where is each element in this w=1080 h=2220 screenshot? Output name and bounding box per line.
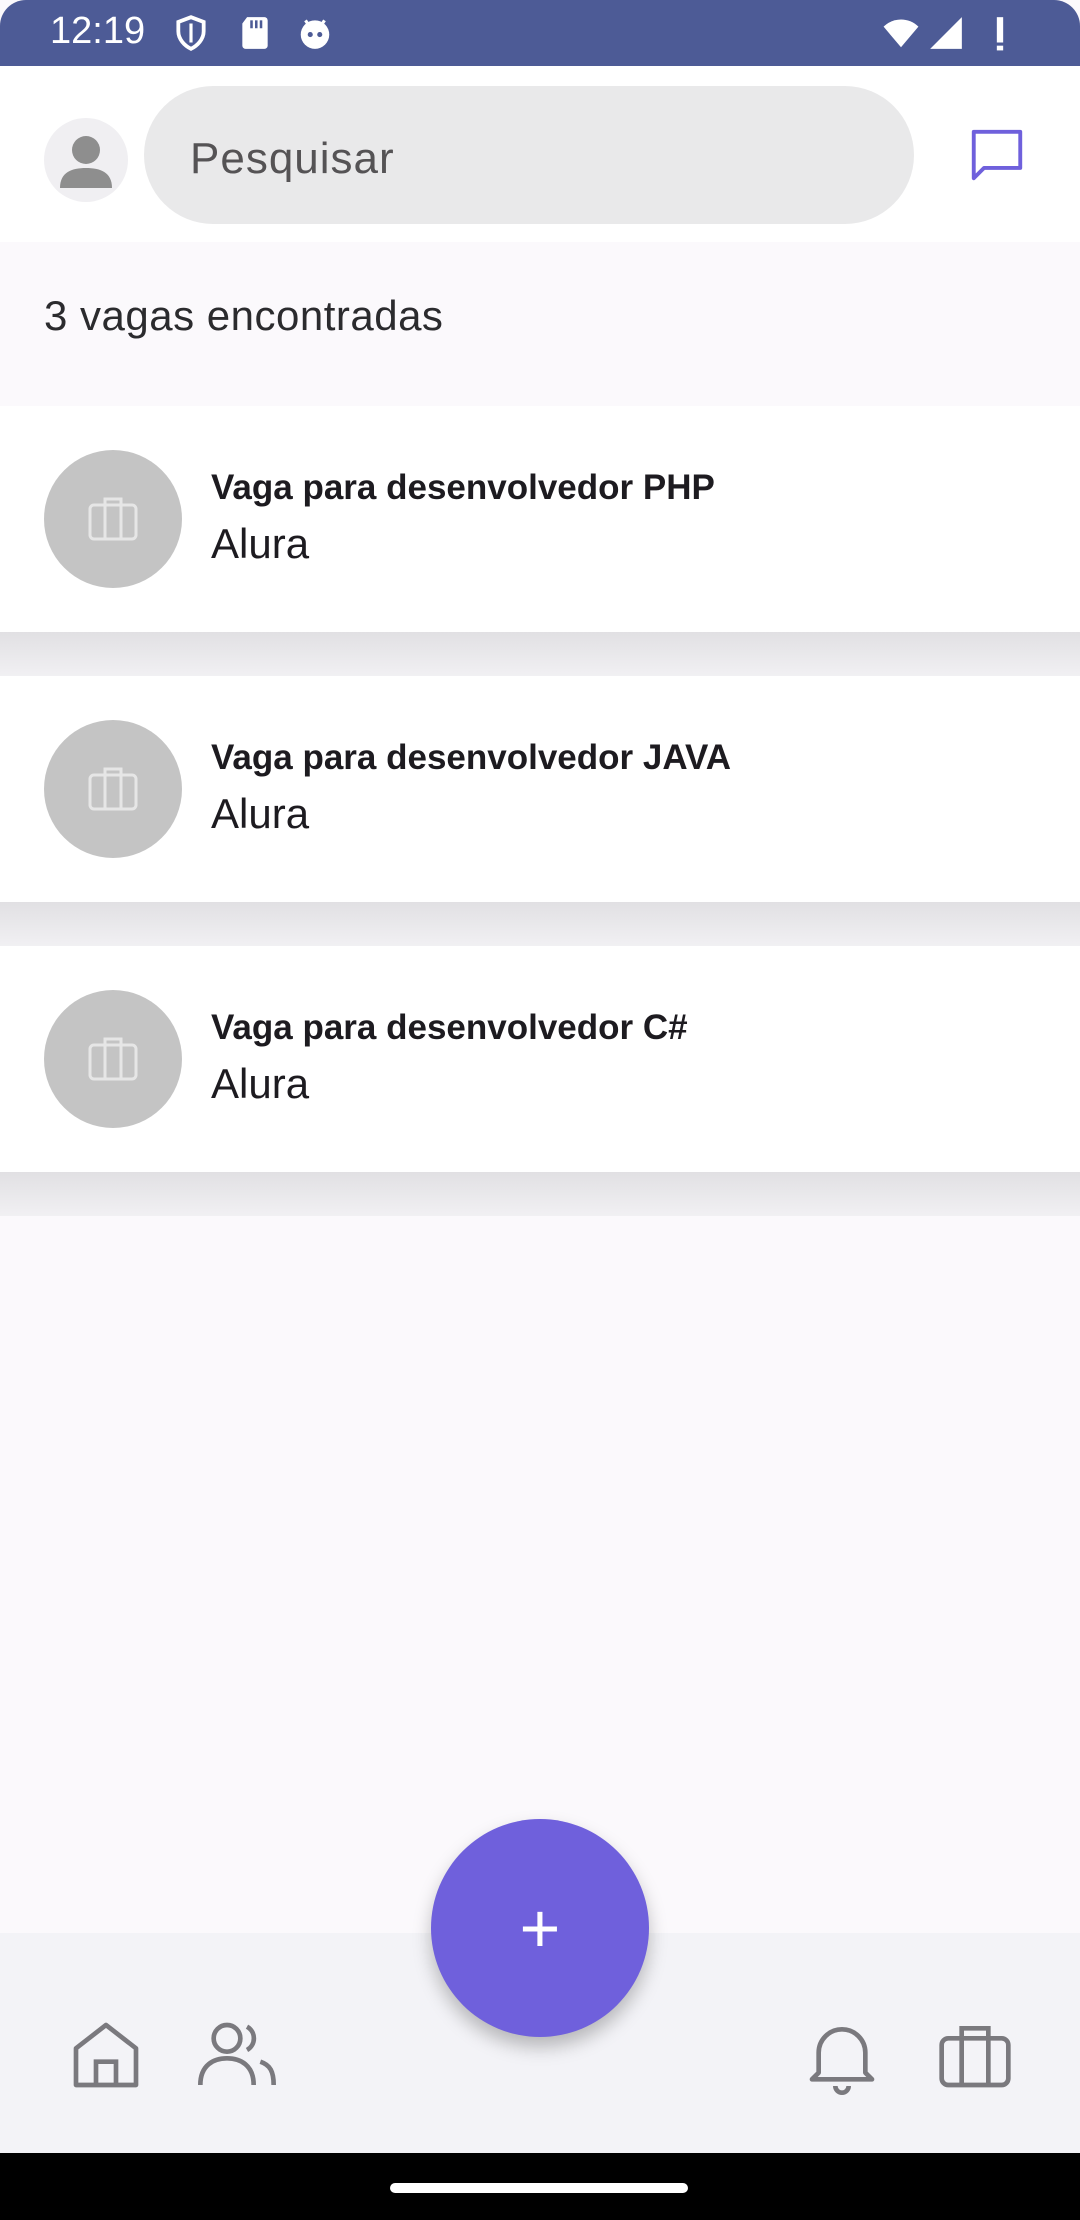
job-title: Vaga para desenvolvedor C# — [211, 1008, 688, 1047]
wifi-icon — [883, 19, 919, 48]
status-bar: 12:19 — [0, 0, 1080, 66]
job-avatar — [44, 720, 182, 858]
job-card[interactable]: Vaga para desenvolvedor C# Alura — [0, 946, 1080, 1172]
job-card[interactable]: Vaga para desenvolvedor PHP Alura — [0, 406, 1080, 632]
sd-card-icon — [242, 17, 268, 49]
card-divider — [0, 632, 1080, 676]
shield-icon — [176, 15, 206, 51]
people-icon[interactable] — [192, 2015, 282, 2095]
bell-icon[interactable] — [802, 2015, 882, 2097]
job-company: Alura — [211, 790, 310, 837]
search-placeholder: Pesquisar — [190, 134, 395, 183]
job-title: Vaga para desenvolvedor JAVA — [211, 738, 732, 777]
job-card[interactable]: Vaga para desenvolvedor JAVA Alura — [0, 676, 1080, 902]
card-divider — [0, 902, 1080, 946]
top-app-bar: Pesquisar — [0, 66, 1080, 242]
briefcase-icon — [88, 767, 138, 811]
android-debug-icon — [300, 19, 330, 49]
job-company: Alura — [211, 1060, 310, 1107]
search-input[interactable]: Pesquisar — [144, 86, 914, 224]
system-navigation-bar — [0, 2153, 1080, 2220]
briefcase-icon[interactable] — [934, 2015, 1016, 2095]
person-icon — [60, 136, 112, 188]
job-company: Alura — [211, 520, 310, 567]
job-avatar — [44, 990, 182, 1128]
screen: 12:19 Pesquisar 3 vagas encontradas Vaga… — [0, 0, 1080, 2220]
battery-icon — [996, 17, 1004, 51]
home-icon[interactable] — [66, 2015, 146, 2095]
status-time: 12:19 — [50, 10, 146, 52]
add-job-button[interactable]: + — [431, 1819, 649, 2037]
card-divider — [0, 1172, 1080, 1216]
results-count: 3 vagas encontradas — [44, 292, 444, 339]
job-avatar — [44, 450, 182, 588]
briefcase-icon — [88, 497, 138, 541]
job-title: Vaga para desenvolvedor PHP — [211, 468, 715, 507]
chat-bubble-icon[interactable] — [966, 124, 1028, 186]
briefcase-icon — [88, 1037, 138, 1081]
fab-label: + — [519, 1889, 561, 1967]
signal-icon — [930, 17, 962, 49]
home-gesture-handle[interactable] — [390, 2183, 688, 2193]
avatar[interactable] — [44, 118, 128, 202]
